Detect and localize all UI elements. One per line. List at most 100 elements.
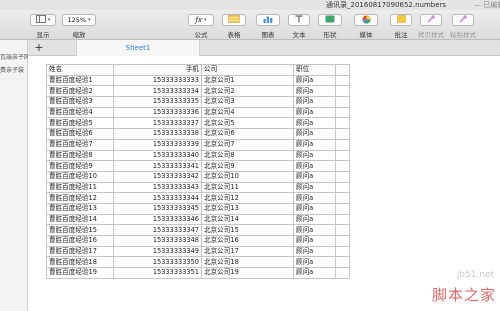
position-cell[interactable]: 顾问a bbox=[293, 74, 336, 87]
company-cell[interactable]: 北京公司11 bbox=[201, 181, 294, 194]
name-cell[interactable]: 曹胜百度经验17 bbox=[46, 245, 114, 258]
empty-cell[interactable] bbox=[335, 202, 350, 215]
empty-cell[interactable] bbox=[335, 106, 350, 119]
position-cell[interactable]: 顾问a bbox=[293, 245, 336, 258]
name-cell[interactable]: 曹胜百度经验13 bbox=[46, 202, 114, 215]
phone-cell[interactable]: 15333333334 bbox=[113, 85, 202, 98]
company-cell[interactable]: 北京公司1 bbox=[201, 74, 294, 87]
empty-cell[interactable] bbox=[335, 224, 350, 236]
phone-cell[interactable]: 15333333350 bbox=[113, 256, 202, 269]
empty-cell[interactable] bbox=[335, 245, 350, 258]
chart-button[interactable] bbox=[256, 14, 280, 26]
phone-cell[interactable]: 15333333348 bbox=[113, 235, 202, 247]
media-button[interactable] bbox=[354, 14, 378, 26]
empty-cell[interactable] bbox=[335, 160, 350, 172]
name-cell[interactable]: 曹胜百度经验15 bbox=[46, 224, 114, 236]
header-cell[interactable] bbox=[335, 64, 350, 76]
phone-cell[interactable]: 15333333345 bbox=[113, 202, 202, 215]
company-cell[interactable]: 北京公司14 bbox=[201, 213, 294, 226]
position-cell[interactable]: 顾问a bbox=[293, 202, 336, 215]
name-cell[interactable]: 曹胜百度经验6 bbox=[46, 128, 114, 140]
phone-cell[interactable]: 15333333338 bbox=[113, 128, 202, 140]
name-cell[interactable]: 曹胜百度经验8 bbox=[46, 149, 114, 162]
position-cell[interactable]: 顾问a bbox=[293, 85, 336, 98]
company-cell[interactable]: 北京公司6 bbox=[201, 128, 294, 140]
phone-cell[interactable]: 15333333349 bbox=[113, 245, 202, 258]
position-cell[interactable]: 顾问a bbox=[293, 256, 336, 269]
empty-cell[interactable] bbox=[335, 138, 350, 151]
empty-cell[interactable] bbox=[335, 128, 350, 140]
position-cell[interactable]: 顾问a bbox=[293, 224, 336, 236]
header-cell[interactable]: 手机 bbox=[113, 64, 202, 76]
name-cell[interactable]: 曹胜百度经验16 bbox=[46, 235, 114, 247]
empty-cell[interactable] bbox=[335, 149, 350, 162]
company-cell[interactable]: 北京公司3 bbox=[201, 96, 294, 108]
position-cell[interactable]: 顾问a bbox=[293, 267, 336, 279]
empty-cell[interactable] bbox=[335, 170, 350, 183]
header-cell[interactable]: 公司 bbox=[201, 64, 294, 76]
phone-cell[interactable]: 15333333337 bbox=[113, 117, 202, 130]
company-cell[interactable]: 北京公司4 bbox=[201, 106, 294, 119]
comment-button[interactable] bbox=[390, 14, 412, 26]
copy-style-button[interactable] bbox=[420, 14, 442, 26]
company-cell[interactable]: 北京公司2 bbox=[201, 85, 294, 98]
phone-cell[interactable]: 15333333341 bbox=[113, 160, 202, 172]
company-cell[interactable]: 北京公司8 bbox=[201, 149, 294, 162]
phone-cell[interactable]: 15333333347 bbox=[113, 224, 202, 236]
empty-cell[interactable] bbox=[335, 256, 350, 269]
header-cell[interactable]: 职位 bbox=[293, 64, 336, 76]
empty-cell[interactable] bbox=[335, 213, 350, 226]
name-cell[interactable]: 曹胜百度经验12 bbox=[46, 192, 114, 204]
text-button[interactable] bbox=[288, 14, 310, 26]
position-cell[interactable]: 顾问a bbox=[293, 170, 336, 183]
position-cell[interactable]: 顾问a bbox=[293, 117, 336, 130]
empty-cell[interactable] bbox=[335, 85, 350, 98]
empty-cell[interactable] bbox=[335, 181, 350, 194]
name-cell[interactable]: 曹胜百度经验3 bbox=[46, 96, 114, 108]
name-cell[interactable]: 曹胜百度经验4 bbox=[46, 106, 114, 119]
position-cell[interactable]: 顾问a bbox=[293, 160, 336, 172]
phone-cell[interactable]: 15333333339 bbox=[113, 138, 202, 151]
company-cell[interactable]: 北京公司15 bbox=[201, 224, 294, 236]
position-cell[interactable]: 顾问a bbox=[293, 235, 336, 247]
phone-cell[interactable]: 15333333342 bbox=[113, 170, 202, 183]
position-cell[interactable]: 顾问a bbox=[293, 149, 336, 162]
empty-cell[interactable] bbox=[335, 192, 350, 204]
position-cell[interactable]: 顾问a bbox=[293, 181, 336, 194]
company-cell[interactable]: 北京公司17 bbox=[201, 245, 294, 258]
company-cell[interactable]: 北京公司9 bbox=[201, 160, 294, 172]
paste-style-button[interactable] bbox=[452, 14, 474, 26]
phone-cell[interactable]: 15333333346 bbox=[113, 213, 202, 226]
function-button[interactable]: ƒx ▾ bbox=[188, 14, 214, 26]
tab-sheet1[interactable]: Sheet1 bbox=[76, 40, 200, 56]
company-cell[interactable]: 北京公司18 bbox=[201, 256, 294, 269]
position-cell[interactable]: 顾问a bbox=[293, 96, 336, 108]
shape-button[interactable] bbox=[318, 14, 342, 26]
name-cell[interactable]: 曹胜百度经验11 bbox=[46, 181, 114, 194]
company-cell[interactable]: 北京公司12 bbox=[201, 192, 294, 204]
name-cell[interactable]: 曹胜百度经验5 bbox=[46, 117, 114, 130]
company-cell[interactable]: 北京公司5 bbox=[201, 117, 294, 130]
name-cell[interactable]: 曹胜百度经验7 bbox=[46, 138, 114, 151]
phone-cell[interactable]: 15333333340 bbox=[113, 149, 202, 162]
name-cell[interactable]: 曹胜百度经验10 bbox=[46, 170, 114, 183]
header-cell[interactable]: 姓名 bbox=[46, 64, 114, 76]
empty-cell[interactable] bbox=[335, 117, 350, 130]
phone-cell[interactable]: 15333333333 bbox=[113, 74, 202, 87]
company-cell[interactable]: 北京公司10 bbox=[201, 170, 294, 183]
table-button[interactable] bbox=[222, 14, 246, 26]
phone-cell[interactable]: 15333333351 bbox=[113, 267, 202, 279]
company-cell[interactable]: 北京公司13 bbox=[201, 202, 294, 215]
name-cell[interactable]: 曹胜百度经验9 bbox=[46, 160, 114, 172]
position-cell[interactable]: 顾问a bbox=[293, 192, 336, 204]
position-cell[interactable]: 顾问a bbox=[293, 138, 336, 151]
position-cell[interactable]: 顾问a bbox=[293, 213, 336, 226]
name-cell[interactable]: 曹胜百度经验18 bbox=[46, 256, 114, 269]
empty-cell[interactable] bbox=[335, 74, 350, 87]
zoom-select[interactable]: 125% ▾ bbox=[62, 14, 96, 26]
position-cell[interactable]: 顾问a bbox=[293, 128, 336, 140]
name-cell[interactable]: 曹胜百度经验2 bbox=[46, 85, 114, 98]
company-cell[interactable]: 北京公司19 bbox=[201, 267, 294, 279]
phone-cell[interactable]: 15333333336 bbox=[113, 106, 202, 119]
empty-cell[interactable] bbox=[335, 96, 350, 108]
